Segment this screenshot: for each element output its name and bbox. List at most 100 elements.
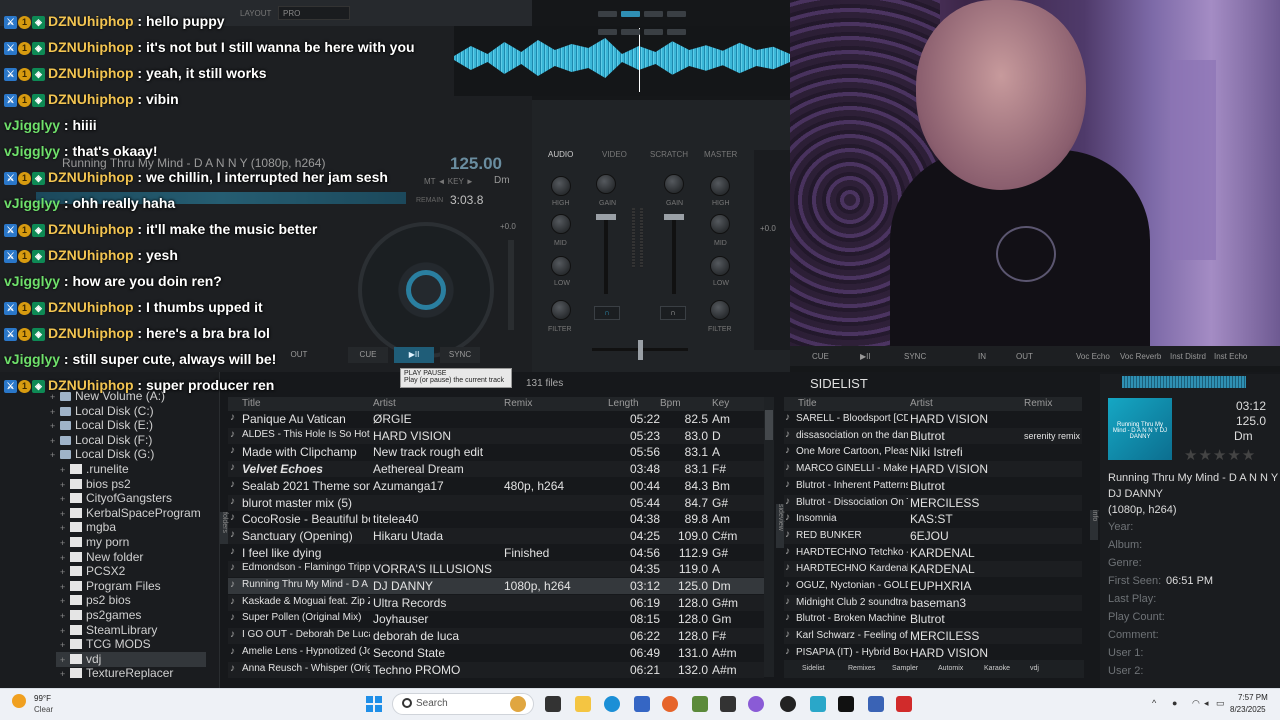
- crossfader-cap[interactable]: [638, 340, 643, 360]
- tab-scratch[interactable]: SCRATCH: [650, 150, 688, 159]
- info-field-value[interactable]: 06:51 PM: [1166, 575, 1213, 587]
- high-knob-right[interactable]: [710, 176, 730, 196]
- info-side-tab[interactable]: info: [1090, 510, 1098, 540]
- table-row[interactable]: ♪ I feel like dying Finished 04:56 112.9 G#: [228, 545, 764, 561]
- task-view-icon[interactable]: [545, 696, 561, 712]
- tab-sampler[interactable]: Sampler: [892, 665, 918, 672]
- table-row[interactable]: ♪ Edmondson - Flamingo Tripper VORRA'S ILL…: [228, 561, 764, 578]
- tree-item[interactable]: + .runelite: [60, 462, 129, 477]
- chat-username[interactable]: DZNUhiphop: [48, 39, 134, 55]
- col-length[interactable]: Length: [608, 398, 639, 409]
- list-item[interactable]: ♪ MARCO GINELLI - Make Her...HARD VISION: [784, 461, 1082, 478]
- battery-icon[interactable]: ▭: [1216, 699, 1225, 708]
- app-icon[interactable]: [510, 696, 526, 712]
- expand-icon[interactable]: +: [60, 655, 70, 665]
- gain-knob-left[interactable]: [596, 174, 616, 194]
- tree-item[interactable]: + my porn: [60, 535, 129, 550]
- game-icon[interactable]: [720, 696, 736, 712]
- rating-stars[interactable]: ★★★★★: [1184, 446, 1256, 464]
- expand-icon[interactable]: +: [60, 538, 70, 548]
- side-col-artist[interactable]: Artist: [910, 398, 933, 409]
- chat-username[interactable]: DZNUhiphop: [48, 91, 134, 107]
- table-row[interactable]: ♪ Sealab 2021 Theme song Azumanga17 480p, h…: [228, 478, 764, 494]
- chat-username[interactable]: vJigglyy: [4, 117, 60, 133]
- firefox-icon[interactable]: [662, 696, 678, 712]
- view-icon[interactable]: [644, 29, 663, 35]
- chat-username[interactable]: DZNUhiphop: [48, 325, 134, 341]
- low-knob-left[interactable]: [551, 256, 571, 276]
- chat-username[interactable]: DZNUhiphop: [48, 221, 134, 237]
- table-row[interactable]: ♪ Running Thru My Mind - D A N N YDJ DANN…: [228, 578, 764, 594]
- view-icon[interactable]: [598, 11, 617, 17]
- voc-echo-button[interactable]: Voc Echo: [1076, 352, 1110, 361]
- sync-button[interactable]: SYNC: [440, 347, 480, 363]
- view-icon[interactable]: [667, 29, 686, 35]
- right-in-button[interactable]: IN: [978, 352, 986, 361]
- list-item[interactable]: ♪ Karl Schwarz - Feeling of LoveMERCILESS: [784, 628, 1082, 645]
- col-bpm[interactable]: Bpm: [660, 398, 681, 409]
- expand-icon[interactable]: +: [60, 640, 70, 650]
- app-icon[interactable]: [810, 696, 826, 712]
- start-button[interactable]: [366, 696, 382, 712]
- table-row[interactable]: ♪ Amelie Lens - Hypnotized (Joyhaus...Sec…: [228, 645, 764, 661]
- view-icon[interactable]: [667, 11, 686, 17]
- tree-item[interactable]: + bios ps2: [60, 477, 131, 492]
- side-col-remix[interactable]: Remix: [1024, 398, 1052, 409]
- list-item[interactable]: ♪ OGUZ, Nyctonian - GOLDEN...EUPHXRIA: [784, 578, 1082, 594]
- right-out-button[interactable]: OUT: [1016, 352, 1033, 361]
- expand-icon[interactable]: +: [60, 480, 70, 490]
- table-row[interactable]: ♪ Kaskade & Moguai feat. Zip Zip Thr...Ul…: [228, 594, 764, 611]
- table-row[interactable]: ♪ Panique Au Vatican ØRGIE 05:22 82.5 Am: [228, 411, 764, 427]
- sideview-side-tab[interactable]: sideview: [776, 504, 784, 548]
- taskbar-search-placeholder[interactable]: Search: [416, 698, 448, 709]
- tree-item[interactable]: + PCSX2: [60, 564, 125, 579]
- expand-icon[interactable]: +: [60, 582, 70, 592]
- chat-username[interactable]: vJigglyy: [4, 143, 60, 159]
- folders-side-tab[interactable]: folders: [220, 512, 228, 544]
- expand-icon[interactable]: +: [60, 494, 70, 504]
- tree-item[interactable]: + Local Disk (F:): [50, 433, 152, 448]
- headphone-icon-left[interactable]: ∩: [594, 306, 620, 320]
- tab-audio[interactable]: AUDIO: [548, 150, 573, 159]
- col-remix[interactable]: Remix: [504, 398, 532, 409]
- tab-video[interactable]: VIDEO: [602, 150, 627, 159]
- steam-icon[interactable]: [780, 696, 796, 712]
- tree-item[interactable]: + TextureReplacer: [60, 666, 173, 681]
- weather-icon[interactable]: [12, 694, 26, 708]
- tab-remixes[interactable]: Remixes: [848, 665, 875, 672]
- minecraft-icon[interactable]: [692, 696, 708, 712]
- list-item[interactable]: ♪ Midnight Club 2 soundtrack-S...baseman3: [784, 594, 1082, 611]
- list-item[interactable]: ♪ PISAPIA (IT) - Hybrid Boom [...HARD VIS…: [784, 645, 1082, 661]
- table-row[interactable]: ♪ Anna Reusch - Whisper (Original M...Tec…: [228, 661, 764, 678]
- list-item[interactable]: ♪ SARELL - Bloodsport [CDR001]HARD VISION: [784, 411, 1082, 427]
- chat-username[interactable]: DZNUhiphop: [48, 169, 134, 185]
- list-item[interactable]: ♪ Blutrot - Broken Machine (har...Blutrot: [784, 611, 1082, 627]
- list-item[interactable]: ♪ HARDTECHNO Kardenal - N...KARDENAL: [784, 561, 1082, 578]
- right-sync-button[interactable]: SYNC: [904, 352, 926, 361]
- expand-icon[interactable]: +: [60, 509, 70, 519]
- list-item[interactable]: ♪ Blutrot - Inherent Patterns [15...Blutr…: [784, 478, 1082, 494]
- tree-item[interactable]: + New folder: [60, 550, 143, 565]
- table-row[interactable]: ♪ blurot master mix (5) 05:44 84.7 G#: [228, 494, 764, 511]
- chat-username[interactable]: DZNUhiphop: [48, 13, 134, 29]
- list-item[interactable]: ♪ Blutrot - Dissociation On The...MERCILE…: [784, 494, 1082, 511]
- list-item[interactable]: ♪ dissasociation on the dancefloorBlutrot…: [784, 427, 1082, 444]
- inst-echo-button[interactable]: Inst Echo: [1214, 352, 1247, 361]
- tree-item[interactable]: + SteamLibrary: [60, 623, 157, 638]
- expand-icon[interactable]: +: [60, 669, 70, 679]
- tree-item[interactable]: + KerbalSpaceProgram: [60, 506, 201, 521]
- tab-master[interactable]: MASTER: [704, 150, 737, 159]
- tab-automix[interactable]: Automix: [938, 665, 963, 672]
- tab-karaoke[interactable]: Karaoke: [984, 665, 1010, 672]
- tree-item[interactable]: + Local Disk (E:): [50, 418, 153, 433]
- chat-username[interactable]: DZNUhiphop: [48, 377, 134, 393]
- microphone-icon[interactable]: ●: [1172, 699, 1181, 708]
- app-icon[interactable]: [868, 696, 884, 712]
- volume-fader-left[interactable]: [604, 214, 608, 294]
- list-item[interactable]: ♪ Insomnia KAS:ST: [784, 511, 1082, 527]
- expand-icon[interactable]: +: [50, 407, 60, 417]
- table-row[interactable]: ♪ Sanctuary (Opening) Hikaru Utada 04:25 109…: [228, 527, 764, 544]
- high-knob-left[interactable]: [551, 176, 571, 196]
- expand-icon[interactable]: +: [60, 553, 70, 563]
- tree-item[interactable]: + vdj: [60, 652, 101, 667]
